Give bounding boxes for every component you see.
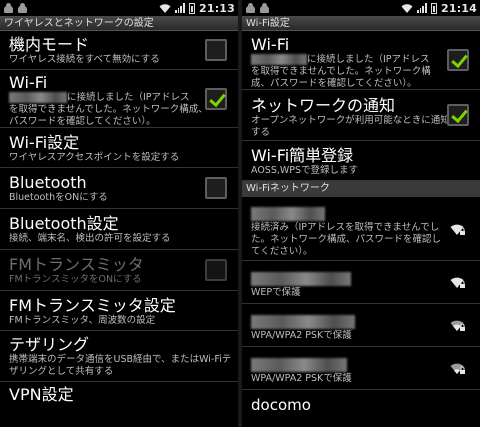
battery-icon bbox=[430, 2, 437, 14]
wifi-easy-registration-item[interactable]: Wi-Fi簡単登録 AOSS,WPSで登録します bbox=[242, 141, 480, 181]
wifi-locked-icon bbox=[450, 320, 465, 331]
item-subtitle-line3: パスワードを確認してください）。 bbox=[9, 116, 156, 127]
wifi-status-icon bbox=[401, 4, 413, 13]
fm-transmitter-settings-item[interactable]: FMトランスミッタ設定 FMトランスミッタ、周波数の設定 bbox=[0, 291, 238, 331]
item-title: FMトランスミッタ bbox=[9, 255, 144, 274]
item-title: Wi-Fi設定 bbox=[9, 133, 80, 152]
redacted-network-name bbox=[251, 357, 347, 372]
tethering-item[interactable]: テザリング 携帯端末のデータ通信をUSB経由で、またはWi-Fiテ ザリングとし… bbox=[0, 331, 238, 382]
item-subtitle: 接続、端末名、検出の許可を設定する bbox=[9, 233, 171, 244]
item-subtitle: AOSS,WPSで登録します bbox=[251, 165, 359, 176]
status-time: 21:14 bbox=[440, 1, 477, 15]
right-screen: 21:14 Wi-Fi設定 Wi-Fi に接続しました（IPアドレス を取得でき… bbox=[242, 0, 480, 427]
item-subtitle-line2: ザリングとして共有する bbox=[9, 366, 114, 377]
item-title: テザリング bbox=[9, 335, 90, 354]
item-subtitle: FMトランスミッタをONにする bbox=[9, 274, 142, 285]
bluetooth-settings-item[interactable]: Bluetooth設定 接続、端末名、検出の許可を設定する bbox=[0, 209, 238, 250]
left-screen: 21:13 ワイヤレスとネットワークの設定 機内モード ワイヤレス接続をすべて無… bbox=[0, 0, 238, 427]
item-subtitle-line2: する bbox=[251, 127, 271, 138]
item-subtitle-line1: に接続しました（IPアドレス bbox=[307, 54, 430, 65]
wifi-locked-icon bbox=[450, 363, 465, 374]
redacted-network-name bbox=[251, 206, 325, 221]
network-status-line1: 接続済み（IPアドレスを取得できませんでし bbox=[251, 222, 440, 233]
item-subtitle: FMトランスミッタ、周波数の設定 bbox=[9, 315, 156, 326]
redacted-ssid bbox=[251, 54, 307, 65]
network-notification-checkbox[interactable] bbox=[447, 104, 469, 126]
status-bar: 21:13 bbox=[0, 0, 238, 16]
wifi-networks-header: Wi-Fiネットワーク bbox=[242, 181, 480, 197]
network-status-line3: てください）。 bbox=[251, 246, 313, 257]
wifi-status-icon bbox=[159, 4, 171, 13]
screen-title: Wi-Fi設定 bbox=[242, 16, 480, 31]
item-title: ネットワークの通知 bbox=[251, 96, 396, 115]
item-title: VPN設定 bbox=[9, 385, 74, 404]
status-time: 21:13 bbox=[198, 1, 235, 15]
item-title: Bluetooth設定 bbox=[9, 214, 119, 233]
network-item-docomo[interactable]: docomo bbox=[242, 390, 480, 418]
status-bar: 21:14 bbox=[242, 0, 480, 16]
fm-transmitter-checkbox bbox=[205, 259, 227, 281]
signal-strength-icon bbox=[174, 3, 185, 13]
wifi-item[interactable]: Wi-Fi に接続しました（IPアドレス を取得できませんでした。ネットワーク構… bbox=[0, 70, 238, 128]
item-subtitle-line2: を取得できませんでした。ネットワーク構成、 bbox=[9, 104, 208, 115]
network-security: WEPで保護 bbox=[251, 287, 301, 298]
item-subtitle-line1: に接続しました（IPアドレス bbox=[67, 92, 190, 103]
wifi-checkbox[interactable] bbox=[205, 87, 227, 110]
signal-strength-icon bbox=[416, 3, 427, 13]
vpn-settings-item[interactable]: VPN設定 bbox=[0, 382, 238, 412]
redacted-network-name bbox=[251, 314, 355, 329]
redacted-ssid bbox=[9, 92, 67, 103]
item-title: Wi-Fi bbox=[9, 73, 48, 92]
item-subtitle-line1: オープンネットワークが利用可能なときに通知 bbox=[251, 115, 450, 126]
network-item[interactable]: 接続済み（IPアドレスを取得できませんでし た。ネットワーク構成、パスワードを確… bbox=[242, 197, 480, 261]
network-notification-item[interactable]: ネットワークの通知 オープンネットワークが利用可能なときに通知 する bbox=[242, 90, 480, 141]
bluetooth-item[interactable]: Bluetooth BluetoothをONにする bbox=[0, 168, 238, 209]
network-item[interactable]: WPA/WPA2 PSKで保護 bbox=[242, 347, 480, 390]
item-title: FMトランスミッタ設定 bbox=[9, 296, 176, 315]
item-subtitle: BluetoothをONにする bbox=[9, 192, 108, 203]
wifi-settings-item[interactable]: Wi-Fi設定 ワイヤレスアクセスポイントを設定する bbox=[0, 128, 238, 168]
fm-transmitter-item: FMトランスミッタ FMトランスミッタをONにする bbox=[0, 250, 238, 291]
network-name: docomo bbox=[251, 396, 311, 414]
item-subtitle-line2: を取得できませんでした。ネットワーク構 bbox=[251, 66, 431, 77]
android-notification-icon bbox=[3, 2, 14, 14]
android-notification-icon bbox=[245, 2, 256, 14]
network-status-line2: た。ネットワーク構成、パスワードを確認し bbox=[251, 234, 442, 245]
item-title: Wi-Fi簡単登録 bbox=[251, 146, 354, 165]
wifi-item[interactable]: Wi-Fi に接続しました（IPアドレス を取得できませんでした。ネットワーク構… bbox=[242, 31, 480, 90]
network-security: WPA/WPA2 PSKで保護 bbox=[251, 373, 352, 384]
network-item[interactable]: WPA/WPA2 PSKで保護 bbox=[242, 304, 480, 347]
item-subtitle-line1: 携帯端末のデータ通信をUSB経由で、またはWi-Fiテ bbox=[9, 354, 232, 365]
item-subtitle-line3: 成、パスワードを確認してください）。 bbox=[251, 78, 417, 89]
battery-icon bbox=[188, 2, 195, 14]
redacted-network-name bbox=[251, 271, 351, 286]
item-title: Wi-Fi bbox=[251, 35, 290, 54]
item-title: 機内モード bbox=[9, 35, 90, 54]
item-title: Bluetooth bbox=[9, 173, 87, 192]
item-subtitle: ワイヤレス接続をすべて無効にする bbox=[9, 54, 160, 65]
wifi-locked-icon bbox=[450, 224, 465, 235]
wifi-checkbox[interactable] bbox=[447, 49, 469, 71]
network-security: WPA/WPA2 PSKで保護 bbox=[251, 330, 352, 341]
airplane-mode-item[interactable]: 機内モード ワイヤレス接続をすべて無効にする bbox=[0, 31, 238, 70]
network-item[interactable]: WEPで保護 bbox=[242, 261, 480, 304]
item-subtitle: ワイヤレスアクセスポイントを設定する bbox=[9, 152, 180, 163]
screen-title: ワイヤレスとネットワークの設定 bbox=[0, 16, 238, 31]
android-notification-icon bbox=[17, 2, 28, 14]
android-notification-icon bbox=[259, 2, 270, 14]
bluetooth-checkbox[interactable] bbox=[205, 177, 227, 199]
airplane-mode-checkbox[interactable] bbox=[205, 39, 227, 61]
wifi-locked-icon bbox=[450, 277, 465, 288]
